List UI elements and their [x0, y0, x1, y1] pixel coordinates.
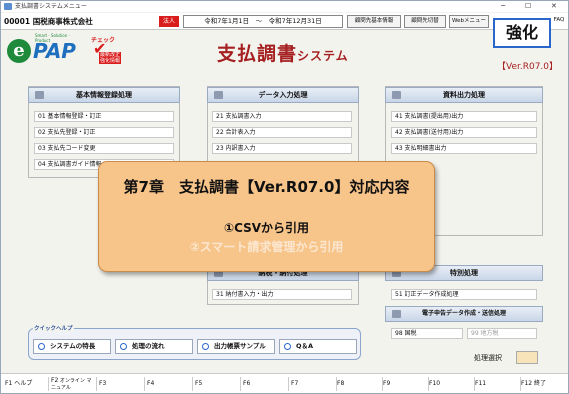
help-qa-button[interactable]: Q＆A	[279, 339, 357, 354]
epap-logo: Smart · Solution · Product e PAP	[7, 33, 83, 63]
menu-item-23[interactable]: 23 内訳書入力	[212, 143, 352, 154]
overlay-line-1: ①CSVから引用	[223, 221, 310, 235]
fkey-f12[interactable]: F12 終了	[521, 377, 565, 391]
panel-data-entry-header: データ入力処理	[207, 87, 359, 103]
check-sub: 最新改正 強化情報	[99, 52, 121, 64]
panel-basic-info-header: 基本情報登録処理	[28, 87, 180, 103]
app-icon	[4, 3, 12, 10]
logo-e-mark: e	[7, 39, 31, 63]
fkey-f2[interactable]: F2 オンライン マニュアル	[51, 377, 97, 391]
fkey-f1[interactable]: F1 ヘルプ	[5, 377, 49, 391]
upload-icon	[392, 310, 401, 318]
top-bar: 00001 国税商事株式会社 法人 令和7年1月1日 ～ 令和7年12月31日 …	[1, 13, 568, 30]
web-menu-button[interactable]: Webメニュー	[449, 15, 489, 28]
menu-item-31[interactable]: 31 納付書入力・出力	[212, 289, 352, 300]
search-icon	[284, 343, 291, 350]
title-bar: 支払調書システムメニュー ─ ☐ ✕	[1, 1, 568, 12]
window-title: 支払調書システムメニュー	[15, 3, 87, 10]
function-key-bar: F1 ヘルプ F2 オンライン マニュアル F3 F4 F5 F6 F7 F8 …	[1, 373, 568, 393]
quick-help: クイックヘルプ システムの特長 処理の流れ 出力帳票サンプル Q＆A	[28, 324, 361, 360]
help-samples-button[interactable]: 出力帳票サンプル	[197, 339, 275, 354]
menu-item-22[interactable]: 22 合計表入力	[212, 127, 352, 138]
fkey-f9[interactable]: F9	[383, 377, 429, 391]
quick-help-title: クイックヘルプ	[33, 324, 74, 332]
panel-etax-header: 電子申告データ作成・送信処理	[385, 306, 543, 322]
houjin-badge: 法人	[159, 16, 179, 27]
fkey-f8[interactable]: F8	[337, 377, 383, 391]
overlay-title: 第7章 支払調書【Ver.R07.0】対応内容	[123, 178, 410, 196]
help-flow-button[interactable]: 処理の流れ	[115, 339, 193, 354]
check-update-logo[interactable]: チェック ✔ 最新改正 強化情報	[89, 35, 123, 67]
client-switch-button[interactable]: 顧問先切替	[404, 15, 446, 28]
selection-label: 処理選択	[474, 354, 502, 362]
kyouka-badge: 強化	[493, 18, 551, 48]
fkey-f5[interactable]: F5	[195, 377, 241, 391]
fiscal-period: 令和7年1月1日 ～ 令和7年12月31日	[183, 15, 343, 28]
app-title: 支払調書システム	[217, 43, 349, 65]
search-icon	[120, 343, 127, 350]
fkey-f10[interactable]: F10	[429, 377, 475, 391]
fkey-f4[interactable]: F4	[147, 377, 193, 391]
menu-item-41[interactable]: 41 支払調書(提出用)出力	[391, 111, 537, 122]
menu-item-51[interactable]: 51 訂正データ作成処理	[391, 289, 537, 300]
maximize-icon[interactable]: ☐	[525, 1, 531, 12]
company-name: 00001 国税商事株式会社	[4, 17, 93, 26]
minimize-icon[interactable]: ─	[501, 1, 505, 12]
fkey-f3[interactable]: F3	[99, 377, 145, 391]
book-icon	[35, 91, 44, 99]
close-icon[interactable]: ✕	[551, 1, 557, 12]
menu-item-98[interactable]: 98 国税	[391, 328, 463, 339]
logo-pap: PAP	[33, 39, 76, 63]
menu-item-99[interactable]: 99 地方税	[467, 328, 537, 339]
menu-item-21[interactable]: 21 支払調書入力	[212, 111, 352, 122]
fkey-f7[interactable]: F7	[291, 377, 337, 391]
app-window: 支払調書システムメニュー ─ ☐ ✕ 00001 国税商事株式会社 法人 令和7…	[0, 0, 569, 394]
printer-icon	[392, 91, 401, 99]
search-icon	[38, 343, 45, 350]
fkey-f6[interactable]: F6	[243, 377, 289, 391]
help-features-button[interactable]: システムの特長	[33, 339, 111, 354]
selection-input[interactable]	[516, 351, 538, 364]
menu-item-02[interactable]: 02 支払先登録・訂正	[34, 127, 174, 138]
fkey-f11[interactable]: F11	[475, 377, 521, 391]
version-label: 【Ver.R07.0】	[497, 62, 559, 72]
keyboard-icon	[214, 91, 223, 99]
client-info-button[interactable]: 顧問先基本情報	[347, 15, 401, 28]
faq-button[interactable]: FAQ	[551, 15, 567, 28]
overlay-line-2: ②スマート請求管理から引用	[189, 240, 344, 254]
menu-item-01[interactable]: 01 基本情報登録・訂正	[34, 111, 174, 122]
menu-item-03[interactable]: 03 支払先コード変更	[34, 143, 174, 154]
chapter-overlay: 第7章 支払調書【Ver.R07.0】対応内容 ①CSVから引用 ②スマート請求…	[98, 161, 435, 272]
menu-item-42[interactable]: 42 支払調書(送付用)出力	[391, 127, 537, 138]
menu-item-43[interactable]: 43 支払明細書出力	[391, 143, 537, 154]
panel-output-header: 資料出力処理	[385, 87, 543, 103]
search-icon	[202, 343, 209, 350]
